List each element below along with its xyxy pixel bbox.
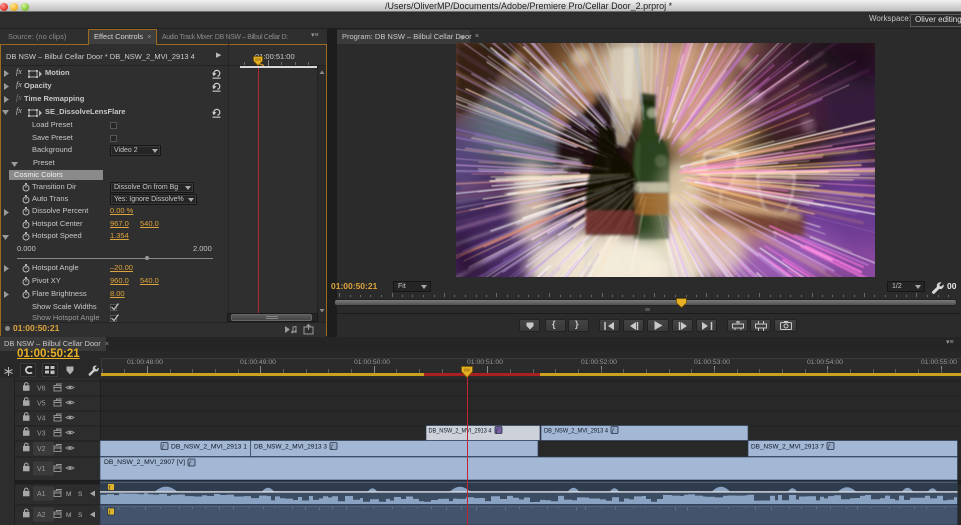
- svg-text:DB_NSW_2_MVI_2913 4: DB_NSW_2_MVI_2913 4: [544, 428, 608, 435]
- svg-text:DB_NSW_2_MVI_2907 [V]: DB_NSW_2_MVI_2907 [V]: [104, 459, 185, 466]
- svg-text:S: S: [78, 512, 83, 519]
- svg-text:DB_NSW_2_MVI_2913 7: DB_NSW_2_MVI_2913 7: [751, 444, 824, 451]
- svg-text:V3: V3: [37, 431, 46, 438]
- svg-text:DB_NSW_2_MVI_2913 3: DB_NSW_2_MVI_2913 3: [254, 444, 327, 451]
- svg-text:V1: V1: [37, 466, 46, 473]
- svg-text:DB_NSW_2_MVI_2913 1: DB_NSW_2_MVI_2913 1: [171, 444, 247, 451]
- svg-text:V6: V6: [37, 386, 46, 393]
- svg-text:V2: V2: [37, 446, 46, 453]
- svg-text:DB_NSW_2_MVI_2913 4: DB_NSW_2_MVI_2913 4: [429, 428, 492, 435]
- svg-text:S: S: [78, 491, 83, 498]
- svg-text:M: M: [66, 491, 71, 498]
- svg-text:A1: A1: [37, 491, 46, 498]
- svg-text:V5: V5: [37, 401, 46, 408]
- svg-text:A2: A2: [37, 512, 46, 519]
- svg-text:M: M: [66, 512, 71, 519]
- svg-text:V4: V4: [37, 416, 46, 423]
